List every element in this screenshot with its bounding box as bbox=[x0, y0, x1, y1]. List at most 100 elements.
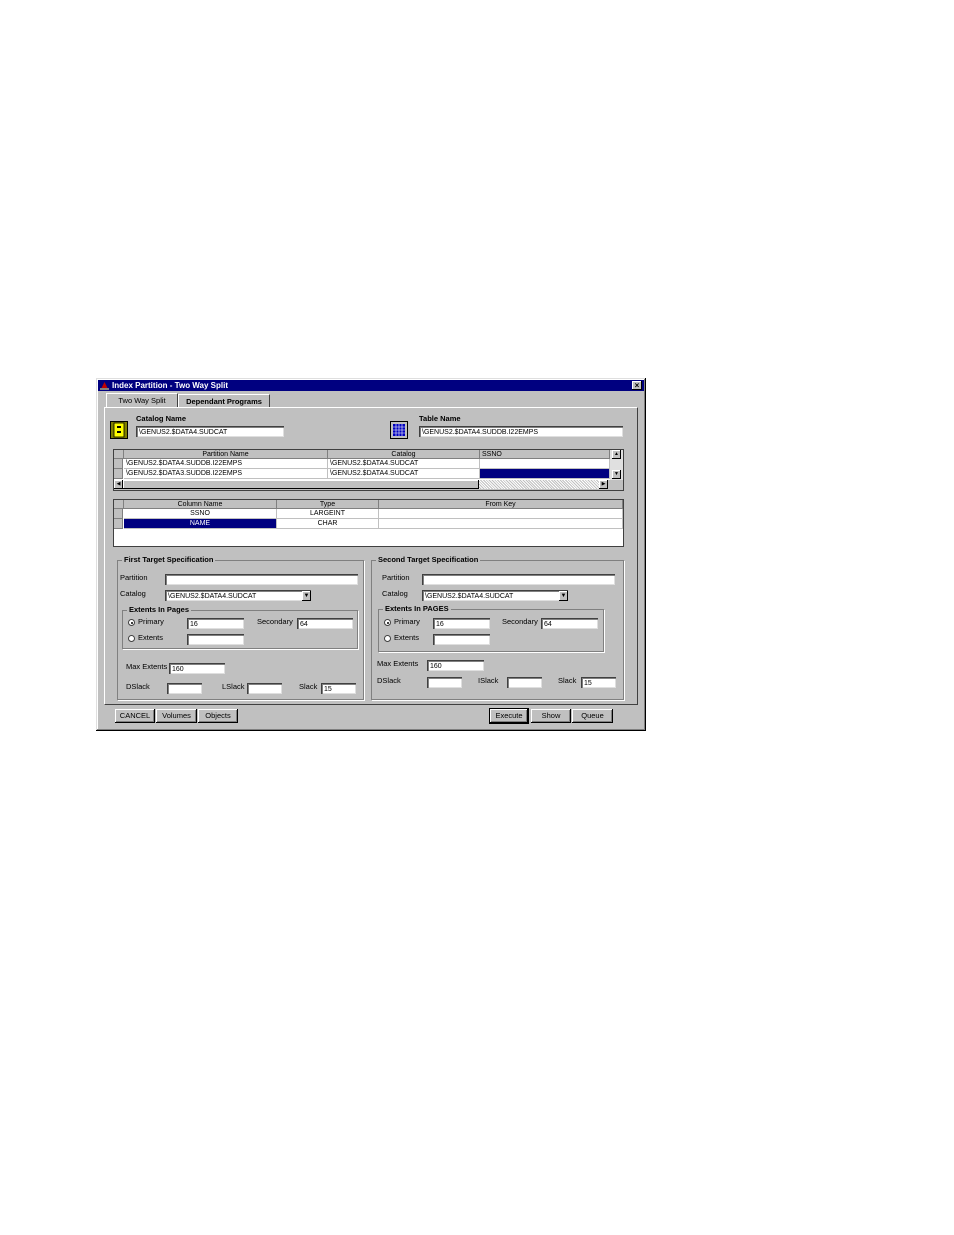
second-extents-radio[interactable] bbox=[384, 635, 391, 642]
tab-dependant-programs[interactable]: Dependant Programs bbox=[178, 394, 270, 408]
first-extents-title: Extents In Pages bbox=[127, 605, 192, 615]
first-slack-input[interactable]: 15 bbox=[321, 683, 356, 694]
second-secondary-input[interactable]: 64 bbox=[541, 618, 598, 629]
second-islack-input[interactable] bbox=[507, 677, 542, 688]
primary-label: Primary bbox=[138, 617, 164, 626]
chevron-down-icon[interactable]: ▼ bbox=[302, 591, 311, 601]
table-row-cell[interactable]: \GENUS2.$DATA4.SUDCAT bbox=[328, 459, 480, 469]
second-max-extents-input[interactable]: 160 bbox=[427, 660, 484, 671]
catalog-icon bbox=[110, 421, 128, 439]
table-row-cell[interactable]: CHAR bbox=[277, 519, 379, 529]
table-row-cell-selected[interactable] bbox=[480, 469, 610, 479]
tab-two-way-split[interactable]: Two Way Split bbox=[106, 393, 178, 408]
first-extents-input[interactable] bbox=[187, 634, 244, 645]
index-partition-dialog: Index Partition - Two Way Split × Two Wa… bbox=[96, 378, 646, 731]
tab-panel: Catalog Name \GENUS2.$DATA4.SUDCAT Table… bbox=[104, 407, 638, 705]
slack-label: Slack bbox=[299, 682, 318, 691]
slack-label: Slack bbox=[558, 676, 577, 685]
first-max-extents-input[interactable]: 160 bbox=[169, 663, 225, 674]
first-extents-radio[interactable] bbox=[128, 635, 135, 642]
first-primary-input[interactable]: 16 bbox=[187, 618, 244, 629]
extents-label: Extents bbox=[138, 633, 164, 642]
cancel-button[interactable]: CANCEL bbox=[115, 709, 155, 723]
table-row-cell[interactable] bbox=[379, 509, 623, 519]
table-row-cell[interactable]: \GENUS2.$DATA4.SUDCAT bbox=[328, 469, 480, 479]
column-header-partition-name[interactable]: Partition Name bbox=[124, 450, 328, 459]
table-row-cell[interactable] bbox=[480, 459, 610, 469]
second-target-group: Second Target Specification Partition Ca… bbox=[371, 555, 624, 700]
tab-label: Two Way Split bbox=[118, 396, 166, 405]
table-name-field[interactable]: \GENUS2.$DATA4.SUDDB.I22EMPS bbox=[419, 426, 623, 437]
vertical-scrollbar[interactable]: ▲ ▼ bbox=[610, 450, 623, 480]
close-button[interactable]: × bbox=[632, 381, 642, 390]
first-dslack-input[interactable] bbox=[167, 683, 202, 694]
table-row-cell-selected[interactable]: NAME bbox=[124, 519, 277, 529]
catalog-label: Catalog bbox=[382, 589, 408, 598]
tab-label: Dependant Programs bbox=[186, 397, 262, 406]
first-catalog-value: \GENUS2.$DATA4.SUDCAT bbox=[168, 593, 257, 600]
scroll-down-icon[interactable]: ▼ bbox=[612, 470, 621, 479]
column-header-catalog[interactable]: Catalog bbox=[328, 450, 480, 459]
execute-button[interactable]: Execute bbox=[489, 708, 529, 724]
first-lslack-input[interactable] bbox=[247, 683, 282, 694]
catalog-name-label: Catalog Name bbox=[136, 414, 187, 423]
first-primary-radio[interactable] bbox=[128, 619, 135, 626]
row-header[interactable] bbox=[114, 509, 123, 519]
column-grid[interactable]: Column Name Type From Key SSNO LARGEINT … bbox=[113, 499, 624, 547]
table-row-cell[interactable]: SSNO bbox=[124, 509, 277, 519]
secondary-label: Secondary bbox=[257, 617, 293, 626]
table-row-cell[interactable]: \GENUS2.$DATA4.SUDDB.I22EMPS bbox=[124, 459, 328, 469]
app-icon bbox=[100, 382, 109, 390]
second-catalog-value: \GENUS2.$DATA4.SUDCAT bbox=[425, 593, 514, 600]
column-header-column-name[interactable]: Column Name bbox=[124, 500, 277, 509]
show-button[interactable]: Show bbox=[531, 709, 571, 723]
secondary-label: Secondary bbox=[502, 617, 538, 626]
second-primary-input[interactable]: 16 bbox=[433, 618, 490, 629]
extents-label: Extents bbox=[394, 633, 420, 642]
queue-button[interactable]: Queue bbox=[572, 709, 613, 723]
catalog-name-field[interactable]: \GENUS2.$DATA4.SUDCAT bbox=[136, 426, 284, 437]
partition-label: Partition bbox=[120, 573, 148, 582]
column-header-type[interactable]: Type bbox=[277, 500, 379, 509]
first-partition-input[interactable] bbox=[165, 574, 358, 585]
first-catalog-select[interactable]: \GENUS2.$DATA4.SUDCAT ▼ bbox=[165, 590, 311, 601]
table-name-label: Table Name bbox=[419, 414, 461, 423]
volumes-button[interactable]: Volumes bbox=[156, 709, 197, 723]
window-title: Index Partition - Two Way Split bbox=[112, 381, 229, 390]
scroll-right-icon[interactable]: ▶ bbox=[599, 480, 608, 489]
second-extents-input[interactable] bbox=[433, 634, 490, 645]
second-catalog-select[interactable]: \GENUS2.$DATA4.SUDCAT ▼ bbox=[422, 590, 568, 601]
second-extents-title: Extents In PAGES bbox=[383, 604, 451, 614]
second-slack-input[interactable]: 15 bbox=[581, 677, 616, 688]
table-row-cell[interactable]: \GENUS2.$DATA3.SUDDB.I22EMPS bbox=[124, 469, 328, 479]
row-header[interactable] bbox=[114, 459, 123, 469]
table-row-cell[interactable]: LARGEINT bbox=[277, 509, 379, 519]
scroll-left-icon[interactable]: ◀ bbox=[114, 480, 123, 489]
scroll-up-icon[interactable]: ▲ bbox=[612, 450, 621, 459]
first-secondary-input[interactable]: 64 bbox=[297, 618, 353, 629]
first-extents-group: Extents In Pages Primary 16 Secondary 64… bbox=[122, 605, 358, 649]
islack-label: ISlack bbox=[478, 676, 499, 685]
column-header-from-key[interactable]: From Key bbox=[379, 500, 623, 509]
grid-corner bbox=[114, 450, 124, 459]
second-dslack-input[interactable] bbox=[427, 677, 462, 688]
row-header[interactable] bbox=[114, 519, 123, 529]
grid-corner bbox=[114, 500, 124, 509]
second-extents-group: Extents In PAGES Primary 16 Secondary 64… bbox=[378, 604, 604, 652]
horizontal-scrollbar[interactable]: ◀ ▶ bbox=[114, 480, 623, 490]
table-row-cell[interactable] bbox=[379, 519, 623, 529]
dslack-label: DSlack bbox=[126, 682, 150, 691]
second-primary-radio[interactable] bbox=[384, 619, 391, 626]
max-extents-label: Max Extents bbox=[126, 662, 168, 671]
second-partition-input[interactable] bbox=[422, 574, 615, 585]
objects-button[interactable]: Objects bbox=[198, 709, 238, 723]
partition-grid[interactable]: Partition Name Catalog SSNO \GENUS2.$DAT… bbox=[113, 449, 624, 491]
scroll-thumb[interactable] bbox=[123, 480, 479, 489]
column-header-ssno[interactable]: SSNO bbox=[480, 450, 610, 459]
title-bar[interactable]: Index Partition - Two Way Split × bbox=[98, 380, 644, 391]
scroll-track[interactable] bbox=[479, 480, 599, 489]
chevron-down-icon[interactable]: ▼ bbox=[559, 591, 568, 601]
second-target-title: Second Target Specification bbox=[376, 555, 481, 565]
lslack-label: LSlack bbox=[222, 682, 245, 691]
row-header[interactable] bbox=[114, 469, 123, 479]
